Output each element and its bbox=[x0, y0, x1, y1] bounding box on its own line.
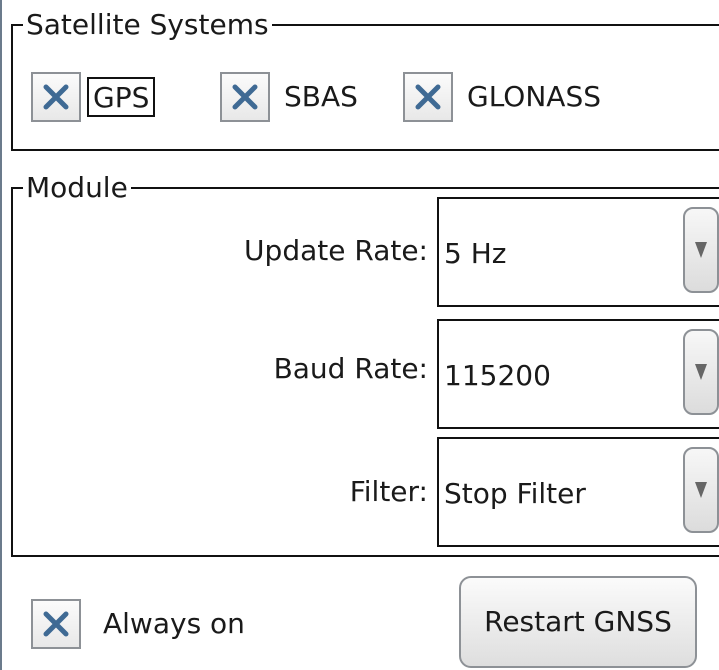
gps-option[interactable]: GPS bbox=[31, 72, 156, 122]
filter-dropdown-button[interactable] bbox=[683, 447, 719, 533]
update-rate-dropdown-button[interactable] bbox=[683, 207, 719, 293]
dropdown-arrow-icon bbox=[695, 364, 707, 380]
sbas-label: SBAS bbox=[284, 80, 358, 113]
baud-rate-select[interactable]: 115200 bbox=[437, 319, 719, 429]
satellite-systems-title: Satellite Systems bbox=[26, 8, 269, 41]
always-on-checkbox[interactable] bbox=[31, 599, 81, 649]
always-on-label: Always on bbox=[103, 607, 245, 640]
always-on-option[interactable]: Always on bbox=[31, 599, 245, 649]
baud-rate-value: 115200 bbox=[444, 359, 551, 392]
update-rate-label: Update Rate: bbox=[244, 234, 428, 267]
update-rate-value: 5 Hz bbox=[444, 237, 507, 270]
x-check-icon bbox=[43, 611, 69, 637]
gps-checkbox[interactable] bbox=[31, 72, 81, 122]
x-check-icon bbox=[232, 84, 258, 110]
update-rate-select[interactable]: 5 Hz bbox=[437, 197, 719, 307]
baud-rate-label: Baud Rate: bbox=[273, 352, 428, 385]
dropdown-arrow-icon bbox=[695, 242, 707, 258]
glonass-label: GLONASS bbox=[467, 80, 601, 113]
glonass-checkbox[interactable] bbox=[403, 72, 453, 122]
sbas-option[interactable]: SBAS bbox=[220, 72, 358, 122]
window-left-edge bbox=[0, 0, 2, 670]
x-check-icon bbox=[43, 84, 69, 110]
restart-gnss-button[interactable]: Restart GNSS bbox=[459, 576, 697, 668]
filter-select[interactable]: Stop Filter bbox=[437, 437, 719, 547]
filter-value: Stop Filter bbox=[444, 477, 586, 510]
x-check-icon bbox=[415, 84, 441, 110]
sbas-checkbox[interactable] bbox=[220, 72, 270, 122]
baud-rate-dropdown-button[interactable] bbox=[683, 329, 719, 415]
filter-label: Filter: bbox=[349, 475, 428, 508]
module-title: Module bbox=[26, 171, 128, 204]
dropdown-arrow-icon bbox=[695, 482, 707, 498]
glonass-option[interactable]: GLONASS bbox=[403, 72, 601, 122]
gps-label: GPS bbox=[87, 77, 156, 117]
